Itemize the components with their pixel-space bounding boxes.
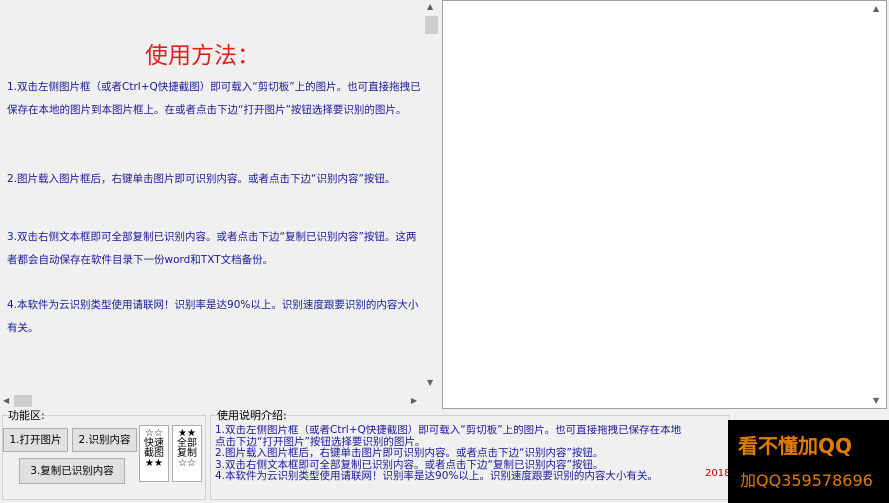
- year-label: 2018: [705, 468, 731, 479]
- copy-all-button[interactable]: ★★全部复制☆☆: [172, 425, 202, 482]
- copy-recognized-button[interactable]: 3.复制已识别内容: [19, 458, 125, 484]
- image-box-vertical-scrollbar[interactable]: ▲ ▼: [423, 0, 440, 392]
- recognize-button[interactable]: 2.识别内容: [72, 428, 137, 452]
- intro-line: 2.图片载入图片框后，右键单击图片即可识别内容。或者点击下边“识别内容”按钮。: [215, 447, 604, 459]
- function-area-label: 功能区:: [8, 409, 45, 422]
- open-image-button[interactable]: 1.打开图片: [3, 428, 68, 452]
- usage-step-4: 4.本软件为云识别类型使用请联网！识别率是达90%以上。识别速度跟要识别的内容大…: [7, 299, 419, 334]
- usage-step-2: 2.图片载入图片框后，右键单击图片即可识别内容。或者点击下边“识别内容”按钮。: [7, 173, 396, 185]
- intro-label: 使用说明介绍:: [217, 409, 287, 422]
- scroll-corner: [423, 392, 440, 409]
- intro-line: 4.本软件为云识别类型使用请联网！识别率是达90%以上。识别速度跟要识别的内容大…: [215, 470, 658, 482]
- quick-capture-button[interactable]: ☆☆快速截图★★: [139, 425, 169, 482]
- scroll-right-icon[interactable]: ▶: [411, 396, 417, 406]
- qq-contact-banner: 看不懂加QQ 加QQ359578696: [728, 420, 889, 503]
- scroll-left-icon[interactable]: ◀: [3, 396, 9, 406]
- intro-text: 1.双击左侧图片框（或者Ctrl+Q快捷截图）即可载入“剪切板”上的图片。也可直…: [215, 425, 730, 485]
- intro-line: 1.双击左侧图片框（或者Ctrl+Q快捷截图）即可载入“剪切板”上的图片。也可直…: [215, 425, 682, 436]
- scroll-up-icon[interactable]: ▲: [427, 2, 433, 12]
- scroll-down-icon[interactable]: ▼: [873, 396, 879, 406]
- scroll-up-icon[interactable]: ▲: [873, 4, 879, 14]
- image-box-horizontal-scrollbar[interactable]: ◀ ▶: [0, 392, 423, 409]
- usage-title: 使用方法：: [145, 43, 260, 69]
- scroll-thumb[interactable]: [425, 16, 438, 34]
- result-textbox[interactable]: ▲ ▼: [442, 0, 887, 409]
- scroll-thumb[interactable]: [14, 395, 32, 407]
- result-vertical-scrollbar[interactable]: ▲ ▼: [869, 1, 886, 408]
- usage-step-1: 1.双击左侧图片框（或者Ctrl+Q快捷截图）即可载入“剪切板”上的图片。也可直…: [7, 81, 421, 116]
- ad-qq-number: 加QQ359578696: [740, 471, 873, 490]
- usage-step-3: 3.双击右侧文本框即可全部复制已识别内容。或者点击下边“复制已识别内容”按钮。这…: [7, 231, 417, 266]
- image-box[interactable]: 使用方法： 1.双击左侧图片框（或者Ctrl+Q快捷截图）即可载入“剪切板”上的…: [0, 0, 440, 410]
- ad-headline: 看不懂加QQ: [738, 434, 853, 458]
- scroll-down-icon[interactable]: ▼: [427, 378, 433, 388]
